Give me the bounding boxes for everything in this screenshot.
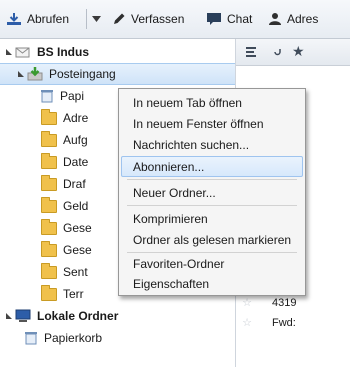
menu-item-label: In neuem Fenster öffnen bbox=[133, 116, 264, 131]
folder-icon bbox=[41, 108, 57, 125]
compose-label: Verfassen bbox=[131, 12, 185, 26]
folder-label: Gese bbox=[63, 243, 92, 257]
menu-item-label: Komprimieren bbox=[133, 211, 208, 226]
get-messages-dropdown[interactable] bbox=[92, 10, 101, 28]
contact-icon bbox=[269, 13, 281, 25]
folder-label: Gese bbox=[63, 221, 92, 235]
get-messages-button[interactable]: Abrufen bbox=[6, 10, 69, 28]
message-subject: 4319 bbox=[272, 296, 297, 309]
folder-label: Aufg bbox=[63, 133, 88, 147]
menu-item-open-in-new-tab[interactable]: In neuem Tab öffnen bbox=[121, 92, 303, 113]
pencil-icon bbox=[114, 13, 125, 24]
local-folders-row[interactable]: Lokale Ordner bbox=[0, 305, 235, 327]
menu-item-label: Favoriten-Ordner bbox=[133, 256, 225, 271]
folder-label: Adre bbox=[63, 111, 89, 125]
menu-item-label: Eigenschaften bbox=[133, 276, 210, 291]
menu-item-mark-folder-read[interactable]: Ordner als gelesen markieren bbox=[121, 229, 303, 250]
star-icon[interactable]: ☆ bbox=[236, 316, 258, 329]
account-name: BS Indus bbox=[37, 45, 90, 59]
download-icon bbox=[7, 13, 21, 25]
thread-icon[interactable] bbox=[244, 45, 258, 59]
menu-item-label: Abonnieren... bbox=[133, 159, 205, 174]
menu-item-favorite-folder[interactable]: Favoriten-Ordner bbox=[121, 253, 303, 274]
folder-icon bbox=[41, 262, 57, 279]
folder-icon bbox=[41, 130, 57, 147]
message-subject: Fwd: bbox=[272, 316, 296, 329]
folder-icon bbox=[41, 284, 57, 301]
menu-item-open-in-new-window[interactable]: In neuem Fenster öffnen bbox=[121, 113, 303, 134]
expand-icon[interactable] bbox=[6, 313, 12, 319]
menu-separator bbox=[127, 179, 297, 180]
menu-item-label: Ordner als gelesen markieren bbox=[133, 232, 292, 247]
menu-item-properties[interactable]: Eigenschaften bbox=[121, 273, 303, 294]
folder-label: Geld bbox=[63, 199, 89, 213]
menu-item-subscribe[interactable]: Abonnieren... bbox=[121, 156, 303, 177]
inbox-icon bbox=[27, 67, 43, 81]
menu-item-compact[interactable]: Komprimieren bbox=[121, 208, 303, 229]
compose-button[interactable]: Verfassen bbox=[112, 10, 184, 28]
get-messages-label: Abrufen bbox=[27, 12, 70, 26]
account-row[interactable]: BS Indus bbox=[0, 41, 235, 63]
toolbar-divider bbox=[86, 9, 87, 29]
folder-icon bbox=[41, 218, 57, 235]
menu-item-search-messages[interactable]: Nachrichten suchen... bbox=[121, 134, 303, 155]
star-column-icon[interactable]: ★ bbox=[292, 43, 305, 60]
local-folders-label: Lokale Ordner bbox=[37, 309, 119, 323]
folder-label: Terr bbox=[63, 287, 84, 301]
main-toolbar: Abrufen Verfassen Chat Adres bbox=[0, 0, 350, 39]
message-row[interactable]: ☆ Fwd: bbox=[236, 313, 350, 332]
folder-label: Papierkorb bbox=[44, 331, 103, 345]
folder-label: Posteingang bbox=[49, 67, 116, 81]
folder-label: Date bbox=[63, 155, 89, 169]
chat-label: Chat bbox=[227, 12, 253, 26]
folder-icon bbox=[41, 152, 57, 169]
expand-icon[interactable] bbox=[6, 49, 12, 55]
chevron-down-icon bbox=[92, 16, 101, 22]
folder-label: Draf bbox=[63, 177, 86, 191]
folder-context-menu: In neuem Tab öffnen In neuem Fenster öff… bbox=[118, 88, 306, 296]
folder-label: Papi bbox=[60, 89, 85, 103]
folder-inbox[interactable]: Posteingang bbox=[0, 63, 235, 85]
folder-icon bbox=[41, 240, 57, 257]
folder-icon bbox=[41, 174, 57, 191]
chat-button[interactable]: Chat bbox=[206, 10, 252, 28]
folder-item[interactable]: Papierkorb bbox=[0, 327, 235, 349]
mail-account-icon bbox=[15, 47, 30, 57]
expand-icon[interactable] bbox=[18, 71, 24, 77]
menu-item-label: Neuer Ordner... bbox=[133, 185, 216, 200]
menu-item-label: Nachrichten suchen... bbox=[133, 137, 250, 152]
trash-icon bbox=[25, 332, 37, 345]
attachment-icon[interactable] bbox=[272, 46, 284, 58]
menu-item-label: In neuem Tab öffnen bbox=[133, 95, 242, 110]
chat-icon bbox=[207, 13, 221, 25]
star-icon[interactable]: ☆ bbox=[236, 296, 258, 309]
menu-separator bbox=[127, 205, 297, 206]
folder-label: Sent bbox=[63, 265, 88, 279]
address-book-label: Adres bbox=[287, 12, 319, 26]
message-list-header: ★ bbox=[236, 39, 350, 66]
address-book-button[interactable]: Adres bbox=[268, 10, 318, 28]
computer-icon bbox=[15, 309, 31, 322]
folder-icon bbox=[41, 196, 57, 213]
menu-item-new-folder[interactable]: Neuer Ordner... bbox=[121, 182, 303, 203]
trash-icon bbox=[41, 90, 53, 103]
